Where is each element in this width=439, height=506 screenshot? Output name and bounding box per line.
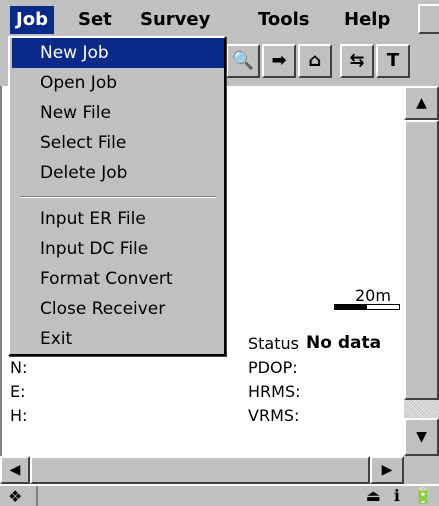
overflow-icon[interactable] [418,4,439,34]
vrms-label: VRMS: [248,406,300,425]
system-tray: ⏏ ℹ 🔋 [358,486,433,505]
menu-separator [20,196,216,198]
status-value: No data [306,333,382,353]
easting-label: E: [10,382,26,401]
windows-logo-icon: ❖ [8,487,23,506]
menu-job[interactable]: Job [10,6,54,34]
menu-item-open-job[interactable]: Open Job [12,68,224,98]
menu-item-input-dc-file[interactable]: Input DC File [12,234,224,264]
start-button[interactable]: ❖ [0,486,38,506]
eject-icon[interactable]: ⏏ [366,486,381,505]
info-icon[interactable]: ℹ [394,486,400,505]
job-menu: New Job Open Job New File Select File De… [8,36,226,356]
arrow-right-icon[interactable]: ➡ [262,44,296,78]
menu-item-new-job[interactable]: New Job [12,38,224,68]
scroll-left-icon[interactable]: ◀ [0,456,30,484]
scroll-corner [404,456,439,484]
menu-survey[interactable]: Survey [134,6,216,34]
zoom-icon[interactable]: 🔍 [226,44,260,78]
menu-item-delete-job[interactable]: Delete Job [12,158,224,188]
menu-set[interactable]: Set [72,6,118,34]
text-tool-icon[interactable]: T [376,44,410,78]
scroll-down-icon[interactable]: ▼ [404,418,439,456]
pdop-label: PDOP: [248,358,298,377]
menu-item-select-file[interactable]: Select File [12,128,224,158]
northing-label: N: [10,358,28,377]
hrms-label: HRMS: [248,382,301,401]
menu-help[interactable]: Help [338,6,396,34]
menu-item-input-er-file[interactable]: Input ER File [12,204,224,234]
horizontal-scroll-thumb[interactable] [30,456,370,484]
menu-tools[interactable]: Tools [252,6,316,34]
menu-item-exit[interactable]: Exit [12,324,224,354]
status-label: Status [248,334,299,353]
scroll-up-icon[interactable]: ▲ [404,86,439,120]
battery-icon[interactable]: 🔋 [413,486,433,505]
taskbar: ❖ ⏏ ℹ 🔋 [0,484,439,506]
layers-icon[interactable]: ⇆ [340,44,374,78]
menubar: Job Set Survey Tools Help [0,0,439,40]
menu-item-close-receiver[interactable]: Close Receiver [12,294,224,324]
height-label: H: [10,406,28,425]
scroll-right-icon[interactable]: ▶ [370,456,404,484]
scale-label: 20m [355,286,391,305]
scale-bar [334,304,400,310]
menu-item-new-file[interactable]: New File [12,98,224,128]
menu-item-format-convert[interactable]: Format Convert [12,264,224,294]
vertical-scroll-thumb[interactable] [404,120,439,400]
home-icon[interactable]: ⌂ [298,44,332,78]
